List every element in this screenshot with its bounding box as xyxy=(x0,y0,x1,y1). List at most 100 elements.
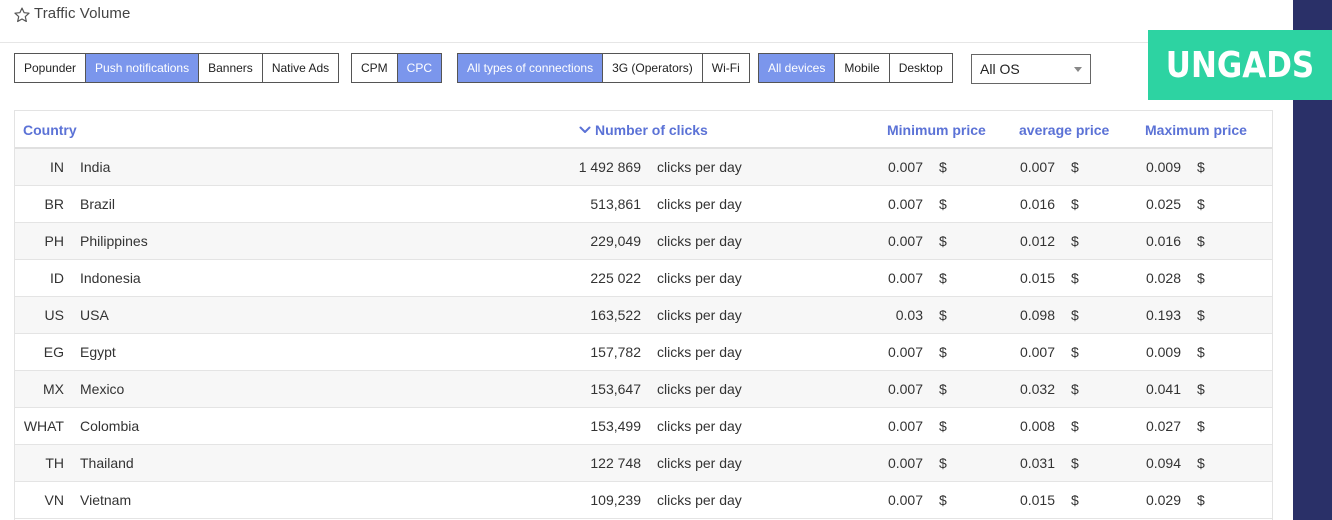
clicks-value: 157,782 xyxy=(590,344,641,360)
clicks-value: 153,647 xyxy=(590,381,641,397)
country-name: USA xyxy=(80,307,109,323)
filter-native-ads[interactable]: Native Ads xyxy=(261,54,339,82)
clicks-unit: clicks per day xyxy=(657,492,742,508)
filter-cpc[interactable]: CPC xyxy=(396,54,442,82)
avg-price: 0.016 xyxy=(1019,196,1055,212)
brand-logo: UNGADS xyxy=(1148,30,1332,100)
country-name: Egypt xyxy=(80,344,116,360)
star-icon[interactable] xyxy=(13,6,31,24)
page-header: Traffic Volume xyxy=(0,0,1293,43)
filter-popunder[interactable]: Popunder xyxy=(15,54,86,82)
country-code: MX xyxy=(43,381,64,397)
avg-price-currency: $ xyxy=(1071,344,1079,360)
country-name: India xyxy=(80,159,111,175)
min-price: 0.007 xyxy=(887,233,923,249)
clicks-unit: clicks per day xyxy=(657,196,742,212)
clicks-value: 109,239 xyxy=(590,492,641,508)
clicks-value: 225 022 xyxy=(590,270,641,286)
max-price: 0.041 xyxy=(1145,381,1181,397)
min-price: 0.007 xyxy=(887,196,923,212)
column-header-country[interactable]: Country xyxy=(23,122,77,138)
country-name: Mexico xyxy=(80,381,125,397)
traffic-table: Country Number of clicks Minimum price a… xyxy=(14,110,1273,520)
clicks-unit: clicks per day xyxy=(657,307,742,323)
column-header-avg-price[interactable]: average price xyxy=(1019,122,1109,138)
table-row: WHAT Colombia 153,499 clicks per day 0.0… xyxy=(15,408,1272,445)
avg-price-currency: $ xyxy=(1071,270,1079,286)
table-row: IN India 1 492 869 clicks per day 0.007 … xyxy=(15,149,1272,186)
table-row: US USA 163,522 clicks per day 0.03 $ 0.0… xyxy=(15,297,1272,334)
clicks-value: 229,049 xyxy=(590,233,641,249)
filter-push-notifications[interactable]: Push notifications xyxy=(85,54,199,82)
country-name: Brazil xyxy=(80,196,116,212)
min-price: 0.007 xyxy=(887,381,923,397)
min-price: 0.007 xyxy=(887,344,923,360)
max-price-currency: $ xyxy=(1197,455,1205,471)
table-row: VN Vietnam 109,239 clicks per day 0.007 … xyxy=(15,482,1272,519)
clicks-unit: clicks per day xyxy=(657,270,742,286)
max-price-currency: $ xyxy=(1197,159,1205,175)
min-price-currency: $ xyxy=(939,455,947,471)
max-price: 0.009 xyxy=(1145,344,1181,360)
filter-all-devices[interactable]: All devices xyxy=(759,54,835,82)
max-price: 0.028 xyxy=(1145,270,1181,286)
max-price-currency: $ xyxy=(1197,381,1205,397)
avg-price: 0.007 xyxy=(1019,344,1055,360)
max-price-currency: $ xyxy=(1197,307,1205,323)
os-select[interactable]: All OS xyxy=(971,54,1091,84)
filter-3g-operators[interactable]: 3G (Operators) xyxy=(602,54,702,82)
clicks-value: 1 492 869 xyxy=(578,159,641,175)
column-header-min-price[interactable]: Minimum price xyxy=(887,122,986,138)
avg-price-currency: $ xyxy=(1071,381,1079,397)
max-price-currency: $ xyxy=(1197,233,1205,249)
avg-price: 0.008 xyxy=(1019,418,1055,434)
column-header-max-price[interactable]: Maximum price xyxy=(1145,122,1247,138)
country-name: Philippines xyxy=(80,233,148,249)
avg-price-currency: $ xyxy=(1071,492,1079,508)
clicks-unit: clicks per day xyxy=(657,455,742,471)
min-price: 0.007 xyxy=(887,159,923,175)
country-code: TH xyxy=(45,455,64,471)
avg-price-currency: $ xyxy=(1071,418,1079,434)
avg-price-currency: $ xyxy=(1071,455,1079,471)
country-code: ID xyxy=(50,270,64,286)
avg-price: 0.012 xyxy=(1019,233,1055,249)
filter-cpm[interactable]: CPM xyxy=(352,54,397,82)
avg-price-currency: $ xyxy=(1071,196,1079,212)
min-price-currency: $ xyxy=(939,270,947,286)
min-price: 0.007 xyxy=(887,270,923,286)
country-code: VN xyxy=(44,492,64,508)
page-title: Traffic Volume xyxy=(34,5,131,22)
pricing-filter-group: CPM CPC xyxy=(351,53,443,83)
filter-banners[interactable]: Banners xyxy=(198,54,262,82)
filter-mobile[interactable]: Mobile xyxy=(834,54,889,82)
min-price-currency: $ xyxy=(939,196,947,212)
chevron-down-icon xyxy=(1074,67,1082,72)
min-price: 0.007 xyxy=(887,455,923,471)
filter-desktop[interactable]: Desktop xyxy=(888,54,952,82)
max-price: 0.025 xyxy=(1145,196,1181,212)
avg-price-currency: $ xyxy=(1071,307,1079,323)
min-price-currency: $ xyxy=(939,233,947,249)
country-name: Indonesia xyxy=(80,270,141,286)
max-price: 0.193 xyxy=(1145,307,1181,323)
filter-all-connections[interactable]: All types of connections xyxy=(458,54,603,82)
min-price: 0.007 xyxy=(887,492,923,508)
avg-price: 0.098 xyxy=(1019,307,1055,323)
chevron-down-icon xyxy=(579,126,591,133)
max-price-currency: $ xyxy=(1197,418,1205,434)
min-price-currency: $ xyxy=(939,418,947,434)
country-name: Vietnam xyxy=(80,492,132,508)
filter-wifi[interactable]: Wi-Fi xyxy=(701,54,749,82)
min-price: 0.03 xyxy=(895,307,923,323)
connection-filter-group: All types of connections 3G (Operators) … xyxy=(457,53,750,83)
avg-price: 0.015 xyxy=(1019,270,1055,286)
column-header-clicks-label: Number of clicks xyxy=(595,122,708,138)
table-row: ID Indonesia 225 022 clicks per day 0.00… xyxy=(15,260,1272,297)
clicks-value: 153,499 xyxy=(590,418,641,434)
column-header-clicks[interactable]: Number of clicks xyxy=(579,122,708,138)
country-code: BR xyxy=(44,196,64,212)
table-header: Country Number of clicks Minimum price a… xyxy=(15,111,1272,149)
max-price: 0.016 xyxy=(1145,233,1181,249)
country-code: EG xyxy=(43,344,64,360)
